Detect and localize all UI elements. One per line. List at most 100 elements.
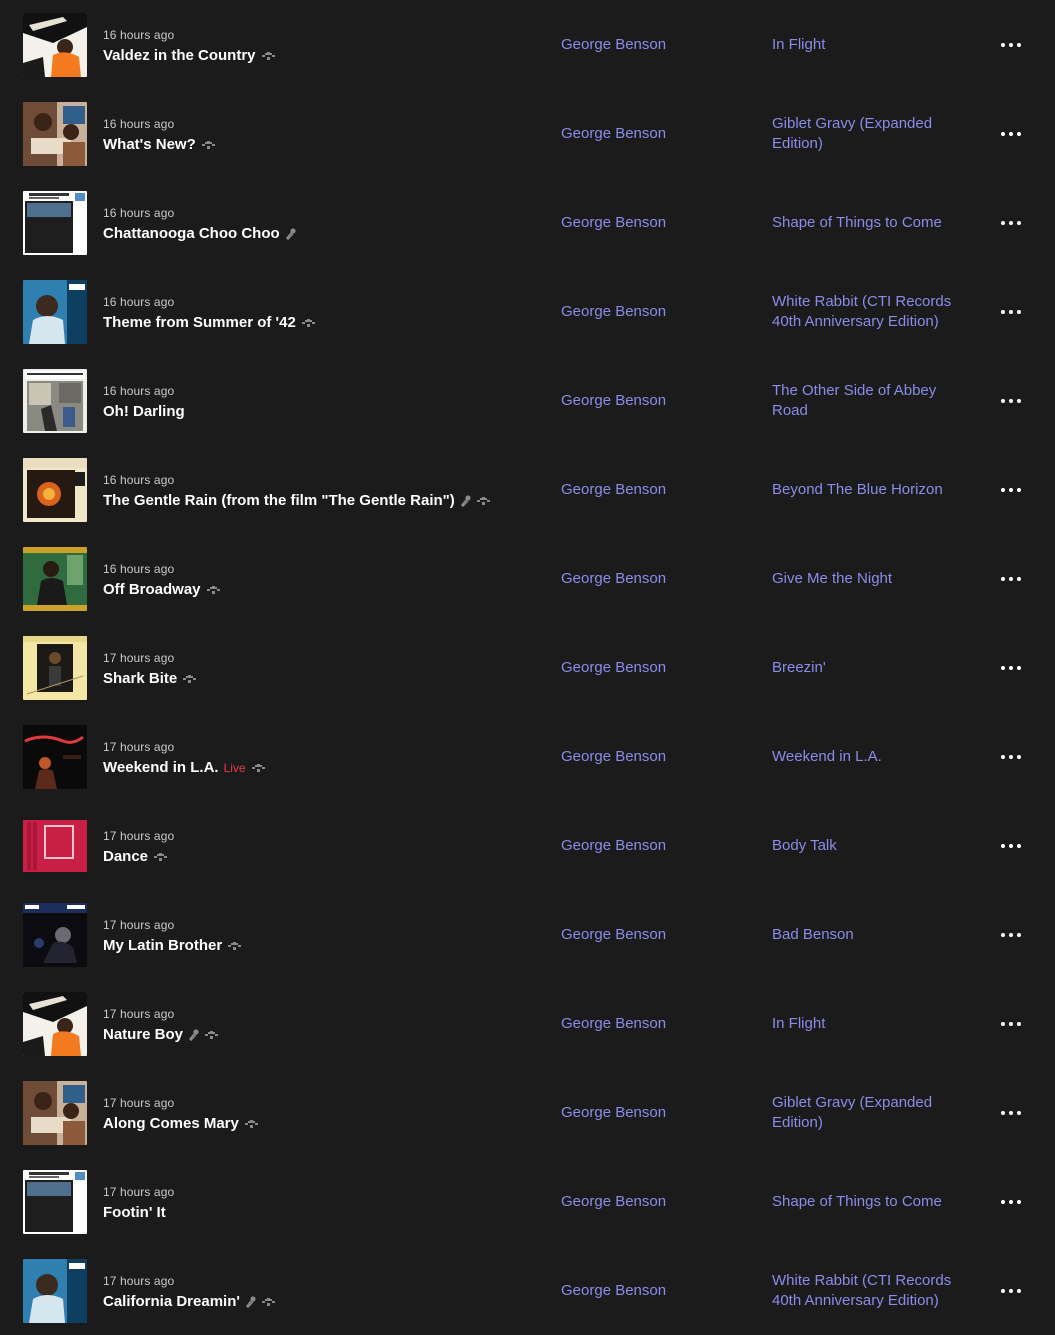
track-title[interactable]: Chattanooga Choo Choo	[103, 224, 280, 244]
album-cover[interactable]	[23, 458, 87, 522]
track-row[interactable]: 17 hours ago Dance George Benson Body Talk	[0, 801, 1055, 890]
artist-link[interactable]: George Benson	[561, 445, 751, 534]
album-link[interactable]: Giblet Gravy (Expanded Edition)	[772, 1068, 972, 1157]
more-options-icon[interactable]	[996, 445, 1026, 534]
album-cover[interactable]	[23, 992, 87, 1056]
track-row[interactable]: 16 hours ago Chattanooga Choo Choo George …	[0, 178, 1055, 267]
album-cover[interactable]	[23, 102, 87, 166]
track-row[interactable]: 17 hours ago Footin' It George Benson Shape…	[0, 1157, 1055, 1246]
quality-icon	[301, 318, 316, 328]
album-cover[interactable]	[23, 1259, 87, 1323]
album-cover[interactable]	[23, 903, 87, 967]
more-options-icon[interactable]	[996, 89, 1026, 178]
track-title[interactable]: Valdez in the Country	[103, 46, 256, 66]
more-options-icon[interactable]	[996, 1246, 1026, 1335]
album-link[interactable]: Giblet Gravy (Expanded Edition)	[772, 89, 972, 178]
track-title[interactable]: Dance	[103, 847, 148, 867]
album-cover[interactable]	[23, 1170, 87, 1234]
track-row[interactable]: 17 hours ago California Dreamin' George Be…	[0, 1246, 1055, 1335]
more-options-icon[interactable]	[996, 979, 1026, 1068]
played-time: 17 hours ago	[103, 1185, 175, 1199]
more-options-icon[interactable]	[996, 356, 1026, 445]
artist-link[interactable]: George Benson	[561, 1068, 751, 1157]
artist-link[interactable]: George Benson	[561, 89, 751, 178]
track-title[interactable]: The Gentle Rain (from the film "The Gent…	[103, 491, 455, 511]
album-cover[interactable]	[23, 191, 87, 255]
track-row[interactable]: 16 hours ago Theme from Summer of '42 Geor…	[0, 267, 1055, 356]
album-link[interactable]: Body Talk	[772, 801, 972, 890]
album-link[interactable]: Breezin'	[772, 623, 972, 712]
album-link[interactable]: The Other Side of Abbey Road	[772, 356, 972, 445]
album-cover[interactable]	[23, 280, 87, 344]
artist-link[interactable]: George Benson	[561, 712, 751, 801]
track-meta: 17 hours ago Dance	[103, 828, 543, 867]
album-link[interactable]: Bad Benson	[772, 890, 972, 979]
track-row[interactable]: 17 hours ago Nature Boy George Benson In Fl…	[0, 979, 1055, 1068]
more-options-icon[interactable]	[996, 0, 1026, 89]
track-row[interactable]: 17 hours ago Weekend in L.A. Live George Be…	[0, 712, 1055, 801]
artist-link[interactable]: George Benson	[561, 890, 751, 979]
track-title[interactable]: Weekend in L.A.	[103, 758, 219, 778]
artist-link[interactable]: George Benson	[561, 801, 751, 890]
track-meta: 16 hours ago Oh! Darling	[103, 383, 543, 422]
track-meta: 16 hours ago Theme from Summer of '42	[103, 294, 543, 333]
track-row[interactable]: 16 hours ago What's New? George Benson Gibl…	[0, 89, 1055, 178]
album-link[interactable]: Weekend in L.A.	[772, 712, 972, 801]
artist-link[interactable]: George Benson	[561, 623, 751, 712]
track-title[interactable]: Along Comes Mary	[103, 1114, 239, 1134]
track-row[interactable]: 16 hours ago Off Broadway George Benson Giv…	[0, 534, 1055, 623]
artist-link[interactable]: George Benson	[561, 356, 751, 445]
track-title-line: Oh! Darling	[103, 402, 543, 422]
track-title[interactable]: What's New?	[103, 135, 196, 155]
album-link[interactable]: White Rabbit (CTI Records 40th Anniversa…	[772, 1246, 972, 1335]
track-row[interactable]: 16 hours ago Valdez in the Country George …	[0, 0, 1055, 89]
track-title[interactable]: Nature Boy	[103, 1025, 183, 1045]
more-options-icon[interactable]	[996, 623, 1026, 712]
artist-link[interactable]: George Benson	[561, 979, 751, 1068]
album-link[interactable]: Shape of Things to Come	[772, 178, 972, 267]
quality-icon	[154, 852, 168, 862]
track-row[interactable]: 17 hours ago Shark Bite George Benson Breez…	[0, 623, 1055, 712]
artist-link[interactable]: George Benson	[561, 534, 751, 623]
played-time: 17 hours ago	[103, 651, 175, 665]
album-cover[interactable]	[23, 547, 87, 611]
album-cover[interactable]	[23, 814, 87, 878]
more-options-icon[interactable]	[996, 534, 1026, 623]
artist-link[interactable]: George Benson	[561, 178, 751, 267]
album-link[interactable]: In Flight	[772, 979, 972, 1068]
album-cover[interactable]	[23, 13, 87, 77]
album-link[interactable]: Give Me the Night	[772, 534, 972, 623]
album-cover[interactable]	[23, 636, 87, 700]
more-options-icon[interactable]	[996, 1157, 1026, 1246]
album-cover[interactable]	[23, 725, 87, 789]
track-row[interactable]: 16 hours ago Oh! Darling George Benson The …	[0, 356, 1055, 445]
album-link[interactable]: White Rabbit (CTI Records 40th Anniversa…	[772, 267, 972, 356]
more-options-icon[interactable]	[996, 267, 1026, 356]
track-title[interactable]: Theme from Summer of '42	[103, 313, 296, 333]
album-link[interactable]: Beyond The Blue Horizon	[772, 445, 972, 534]
track-title-line: Dance	[103, 847, 543, 867]
track-row[interactable]: 17 hours ago Along Comes Mary George Benso…	[0, 1068, 1055, 1157]
track-title[interactable]: Footin' It	[103, 1203, 166, 1223]
album-link[interactable]: Shape of Things to Come	[772, 1157, 972, 1246]
more-options-icon[interactable]	[996, 890, 1026, 979]
track-row[interactable]: 16 hours ago The Gentle Rain (from the fi…	[0, 445, 1055, 534]
track-title[interactable]: Off Broadway	[103, 580, 201, 600]
more-options-icon[interactable]	[996, 1068, 1026, 1157]
album-link[interactable]: In Flight	[772, 0, 972, 89]
track-title[interactable]: My Latin Brother	[103, 936, 222, 956]
artist-link[interactable]: George Benson	[561, 267, 751, 356]
track-title[interactable]: Shark Bite	[103, 669, 177, 689]
artist-link[interactable]: George Benson	[561, 1157, 751, 1246]
more-options-icon[interactable]	[996, 712, 1026, 801]
album-cover[interactable]	[23, 369, 87, 433]
more-options-icon[interactable]	[996, 178, 1026, 267]
track-title[interactable]: California Dreamin'	[103, 1292, 240, 1312]
track-row[interactable]: 17 hours ago My Latin Brother George Benso…	[0, 890, 1055, 979]
artist-link[interactable]: George Benson	[561, 0, 751, 89]
track-title[interactable]: Oh! Darling	[103, 402, 185, 422]
more-options-icon[interactable]	[996, 801, 1026, 890]
album-cover[interactable]	[23, 1081, 87, 1145]
artist-link[interactable]: George Benson	[561, 1246, 751, 1335]
quality-icon	[261, 1297, 276, 1307]
